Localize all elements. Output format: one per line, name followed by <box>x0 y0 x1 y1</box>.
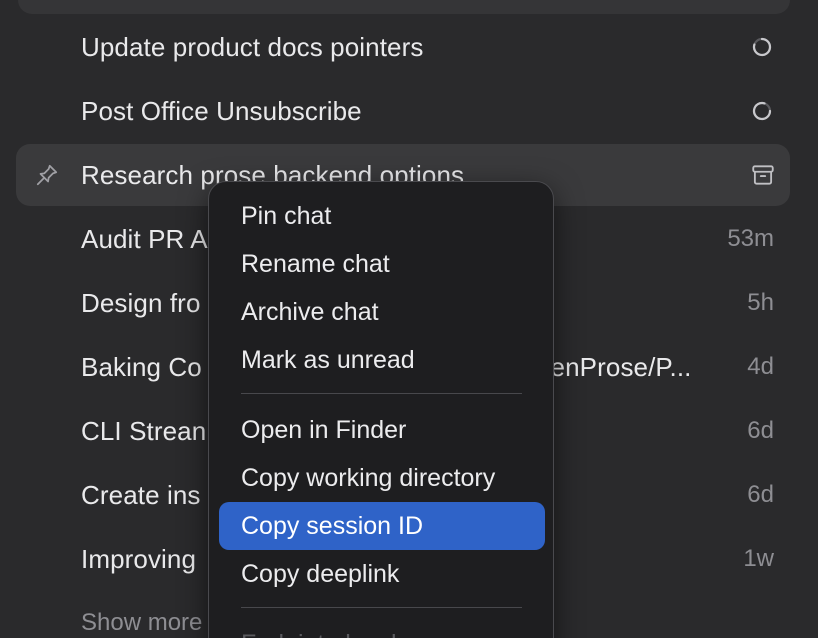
pin-icon[interactable] <box>34 162 60 188</box>
loading-spinner-icon <box>752 37 772 57</box>
menu-item-mark-unread[interactable]: Mark as unread <box>219 336 545 384</box>
menu-item-open-in-finder[interactable]: Open in Finder <box>219 406 545 454</box>
previous-row-highlight <box>18 0 790 14</box>
archive-icon[interactable] <box>750 162 776 188</box>
menu-item-copy-working-directory[interactable]: Copy working directory <box>219 454 545 502</box>
chat-title: Post Office Unsubscribe <box>81 96 362 126</box>
chat-title: CLI Strean <box>81 416 207 446</box>
chat-title: Update product docs pointers <box>81 32 424 62</box>
menu-item-archive-chat[interactable]: Archive chat <box>219 288 545 336</box>
chat-row[interactable]: Post Office Unsubscribe <box>16 80 790 142</box>
chat-time: 6d <box>747 481 774 508</box>
chat-time: 6d <box>747 417 774 444</box>
menu-item-label: Fork into local <box>241 628 397 638</box>
menu-separator <box>241 393 522 394</box>
menu-item-label: Pin chat <box>241 202 332 230</box>
chat-sidebar: Update product docs pointers Post Office… <box>0 0 818 638</box>
loading-spinner-icon <box>752 101 772 121</box>
chat-title-tail: penProse/P... <box>536 352 692 382</box>
chat-title: Audit PR A <box>81 224 208 254</box>
menu-item-label: Rename chat <box>241 250 390 278</box>
menu-item-label: Open in Finder <box>241 416 407 444</box>
chat-title: Create ins <box>81 480 201 510</box>
menu-separator <box>241 607 522 608</box>
show-more-link[interactable]: Show more <box>81 606 202 638</box>
menu-item-copy-session-id[interactable]: Copy session ID <box>219 502 545 550</box>
menu-item-label: Copy deeplink <box>241 560 400 588</box>
menu-item-label: Mark as unread <box>241 346 415 374</box>
chat-title: Design fro <box>81 288 201 318</box>
menu-item-label: Copy working directory <box>241 464 496 492</box>
chat-title: Baking Co <box>81 352 202 382</box>
menu-item-rename-chat[interactable]: Rename chat <box>219 240 545 288</box>
chat-time: 53m <box>727 225 774 252</box>
chat-title: Improving <box>81 544 197 574</box>
menu-item-copy-deeplink[interactable]: Copy deeplink <box>219 550 545 598</box>
menu-item-fork-into-local[interactable]: Fork into local <box>219 620 545 638</box>
menu-item-pin-chat[interactable]: Pin chat <box>219 192 545 240</box>
chat-time: 5h <box>747 289 774 316</box>
chat-time: 1w <box>743 545 774 572</box>
chat-row[interactable]: Update product docs pointers <box>16 16 790 78</box>
chat-time: 4d <box>747 353 774 380</box>
context-menu: Pin chat Rename chat Archive chat Mark a… <box>208 181 554 638</box>
menu-item-label: Archive chat <box>241 298 379 326</box>
menu-item-label: Copy session ID <box>241 512 424 540</box>
